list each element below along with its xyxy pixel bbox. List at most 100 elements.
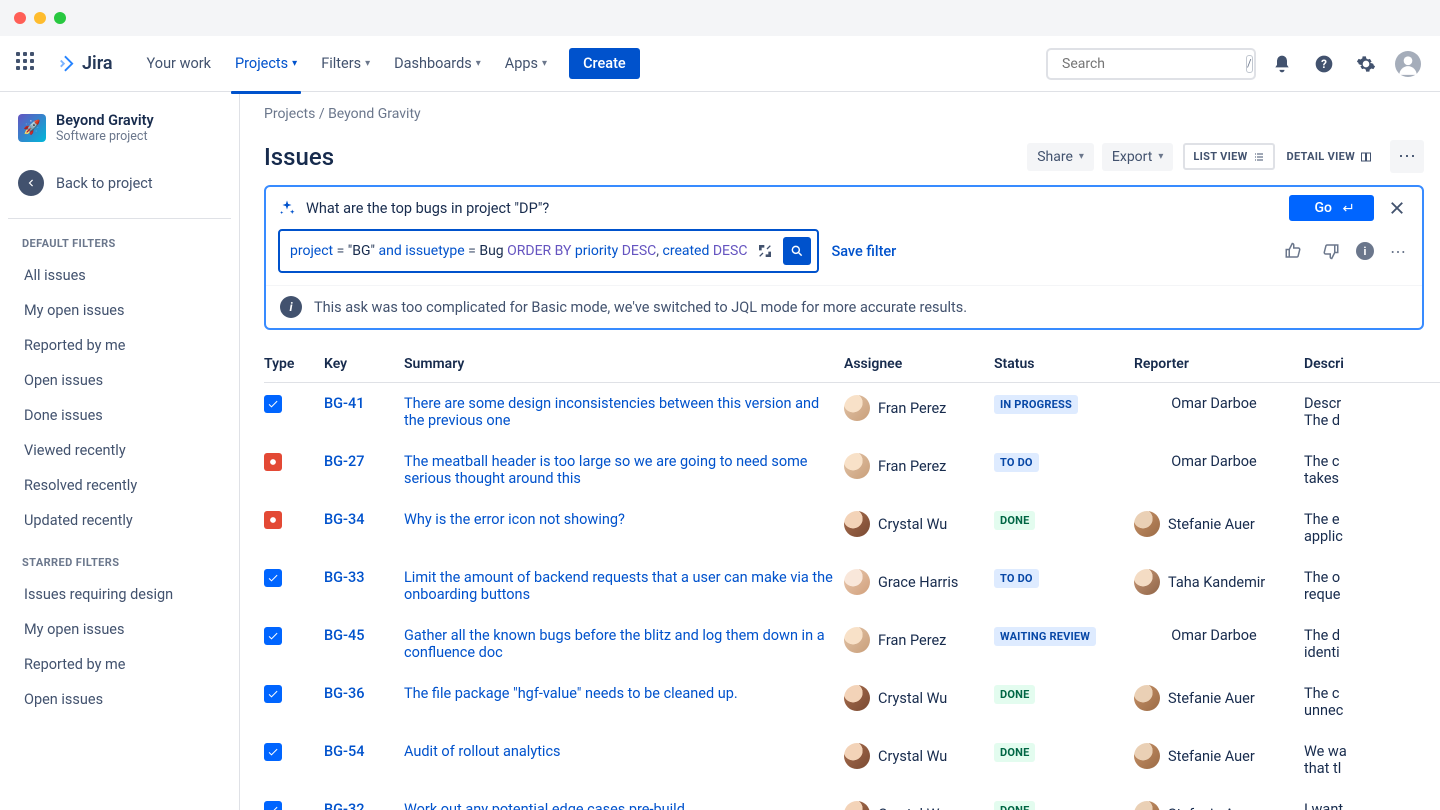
assignee-cell[interactable]: Fran Perez xyxy=(844,395,984,421)
issue-summary[interactable]: Audit of rollout analytics xyxy=(404,743,561,760)
issue-summary[interactable]: Gather all the known bugs before the bli… xyxy=(404,627,825,661)
table-row[interactable]: BG-33 Limit the amount of backend request… xyxy=(264,557,1440,615)
assignee-cell[interactable]: Crystal Wu xyxy=(844,801,984,810)
filter-item[interactable]: Issues requiring design xyxy=(8,577,231,612)
col-status[interactable]: Status xyxy=(994,346,1134,383)
sidebar-project-header[interactable]: 🚀 Beyond Gravity Software project xyxy=(8,112,231,162)
issue-key[interactable]: BG-27 xyxy=(324,453,364,470)
issue-summary[interactable]: The file package "hgf-value" needs to be… xyxy=(404,685,738,702)
jira-logo[interactable]: Jira xyxy=(56,53,113,74)
reporter-cell[interactable]: Stefanie Auer xyxy=(1134,743,1294,769)
mac-close-button[interactable] xyxy=(14,12,26,24)
assignee-cell[interactable]: Crystal Wu xyxy=(844,685,984,711)
issue-summary[interactable]: Limit the amount of backend requests tha… xyxy=(404,569,833,603)
filter-item[interactable]: My open issues xyxy=(8,293,231,328)
issue-summary[interactable]: There are some design inconsistencies be… xyxy=(404,395,819,429)
issue-key[interactable]: BG-41 xyxy=(324,395,364,412)
profile-avatar[interactable] xyxy=(1392,48,1424,80)
settings-icon[interactable] xyxy=(1350,48,1382,80)
filter-item[interactable]: My open issues xyxy=(8,612,231,647)
ai-close-button[interactable] xyxy=(1384,195,1410,221)
create-button[interactable]: Create xyxy=(569,48,640,79)
reporter-cell[interactable]: Stefanie Auer xyxy=(1134,685,1294,711)
nav-apps[interactable]: Apps▾ xyxy=(495,47,557,80)
issue-key[interactable]: BG-32 xyxy=(324,801,364,810)
filter-item[interactable]: Updated recently xyxy=(8,503,231,538)
nav-projects[interactable]: Projects▾ xyxy=(225,47,307,80)
ai-go-button[interactable]: Go xyxy=(1289,195,1374,221)
list-view-button[interactable]: LIST VIEW xyxy=(1183,143,1274,170)
reporter-cell[interactable]: Taha Kandemir xyxy=(1134,569,1294,595)
status-badge[interactable]: DONE xyxy=(994,511,1035,530)
filter-item[interactable]: Done issues xyxy=(8,398,231,433)
issue-key[interactable]: BG-36 xyxy=(324,685,364,702)
thumbs-down-button[interactable] xyxy=(1318,238,1344,264)
status-badge[interactable]: WAITING REVIEW xyxy=(994,627,1096,646)
filter-item[interactable]: Resolved recently xyxy=(8,468,231,503)
status-badge[interactable]: DONE xyxy=(994,743,1035,762)
run-jql-button[interactable] xyxy=(783,237,811,265)
filter-item[interactable]: Viewed recently xyxy=(8,433,231,468)
issue-key[interactable]: BG-33 xyxy=(324,569,364,586)
share-button[interactable]: Share▾ xyxy=(1027,143,1094,171)
status-badge[interactable]: IN PROGRESS xyxy=(994,395,1078,414)
reporter-cell[interactable]: Stefanie Auer xyxy=(1134,511,1294,537)
status-badge[interactable]: DONE xyxy=(994,685,1035,704)
table-row[interactable]: BG-36 The file package "hgf-value" needs … xyxy=(264,673,1440,731)
col-assignee[interactable]: Assignee xyxy=(844,346,994,383)
status-badge[interactable]: TO DO xyxy=(994,453,1039,472)
jql-more-button[interactable]: ⋯ xyxy=(1386,238,1410,265)
export-button[interactable]: Export▾ xyxy=(1102,143,1173,171)
status-badge[interactable]: TO DO xyxy=(994,569,1039,588)
reporter-cell[interactable]: Omar Darboe xyxy=(1134,395,1294,412)
thumbs-up-button[interactable] xyxy=(1280,238,1306,264)
nav-filters[interactable]: Filters▾ xyxy=(311,47,380,80)
filter-item[interactable]: Reported by me xyxy=(8,328,231,363)
col-summary[interactable]: Summary xyxy=(404,346,844,383)
table-row[interactable]: BG-45 Gather all the known bugs before th… xyxy=(264,615,1440,673)
assignee-cell[interactable]: Fran Perez xyxy=(844,627,984,653)
issue-key[interactable]: BG-34 xyxy=(324,511,364,528)
jql-info-icon[interactable]: i xyxy=(1356,242,1374,260)
status-badge[interactable]: DONE xyxy=(994,801,1035,810)
mac-zoom-button[interactable] xyxy=(54,12,66,24)
assignee-cell[interactable]: Crystal Wu xyxy=(844,511,984,537)
jql-input[interactable]: project = "BG" and issuetype = Bug ORDER… xyxy=(278,229,819,273)
reporter-cell[interactable]: Omar Darboe xyxy=(1134,627,1294,644)
issue-key[interactable]: BG-45 xyxy=(324,627,364,644)
save-filter-link[interactable]: Save filter xyxy=(831,243,896,260)
search-input[interactable] xyxy=(1062,56,1240,72)
table-row[interactable]: BG-27 The meatball header is too large so… xyxy=(264,441,1440,499)
reporter-cell[interactable]: Stefanie Auer xyxy=(1134,801,1294,810)
col-reporter[interactable]: Reporter xyxy=(1134,346,1304,383)
reporter-cell[interactable]: Omar Darboe xyxy=(1134,453,1294,470)
global-search[interactable]: / xyxy=(1046,48,1256,80)
nav-dashboards[interactable]: Dashboards▾ xyxy=(384,47,491,80)
col-key[interactable]: Key xyxy=(324,346,404,383)
app-switcher-icon[interactable] xyxy=(16,52,40,76)
filter-item[interactable]: Open issues xyxy=(8,682,231,717)
nav-your-work[interactable]: Your work xyxy=(137,47,221,80)
issue-key[interactable]: BG-54 xyxy=(324,743,364,760)
breadcrumb-projects[interactable]: Projects xyxy=(264,106,315,122)
table-row[interactable]: BG-41 There are some design inconsistenci… xyxy=(264,383,1440,442)
more-actions-button[interactable]: ⋯ xyxy=(1390,140,1424,173)
issue-summary[interactable]: The meatball header is too large so we a… xyxy=(404,453,808,487)
col-description[interactable]: Descri xyxy=(1304,346,1440,383)
assignee-cell[interactable]: Grace Harris xyxy=(844,569,984,595)
issue-summary[interactable]: Work out any potential edge cases pre-bu… xyxy=(404,801,685,810)
filter-item[interactable]: Open issues xyxy=(8,363,231,398)
mac-minimize-button[interactable] xyxy=(34,12,46,24)
col-type[interactable]: Type xyxy=(264,346,324,383)
detail-view-button[interactable]: DETAIL VIEW xyxy=(1279,143,1381,170)
issue-summary[interactable]: Why is the error icon not showing? xyxy=(404,511,625,528)
assignee-cell[interactable]: Crystal Wu xyxy=(844,743,984,769)
filter-item[interactable]: All issues xyxy=(8,258,231,293)
table-row[interactable]: BG-34 Why is the error icon not showing? C… xyxy=(264,499,1440,557)
filter-item[interactable]: Reported by me xyxy=(8,647,231,682)
table-row[interactable]: BG-32 Work out any potential edge cases p… xyxy=(264,789,1440,810)
assignee-cell[interactable]: Fran Perez xyxy=(844,453,984,479)
back-to-project[interactable]: Back to project xyxy=(8,162,231,204)
table-row[interactable]: BG-54 Audit of rollout analytics Crystal W… xyxy=(264,731,1440,789)
expand-jql-button[interactable] xyxy=(753,239,777,263)
